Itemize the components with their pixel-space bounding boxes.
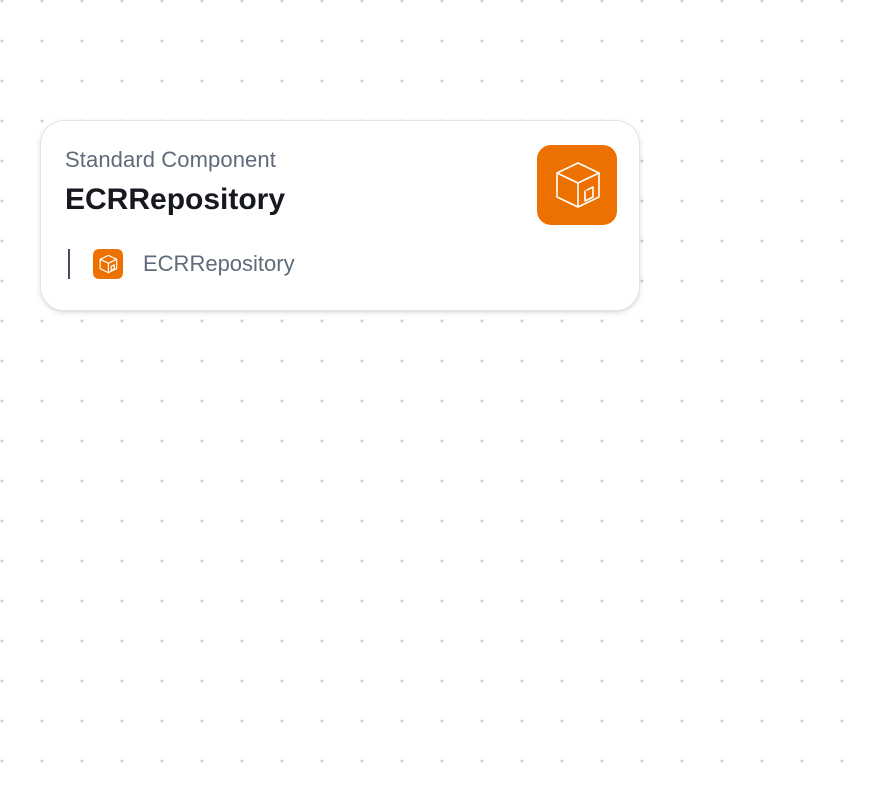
tree-divider [68, 249, 70, 279]
child-resource-label: ECRRepository [143, 251, 295, 276]
ecr-repository-icon [93, 249, 123, 279]
component-node-card[interactable]: Standard Component ECRRepository ECRRepo… [40, 120, 640, 311]
child-resource-row[interactable]: ECRRepository [68, 248, 295, 280]
node-title: ECRRepository [65, 183, 286, 216]
node-type-label: Standard Component [65, 147, 276, 172]
ecr-repository-icon [537, 145, 617, 225]
diagram-canvas[interactable] [0, 0, 878, 790]
